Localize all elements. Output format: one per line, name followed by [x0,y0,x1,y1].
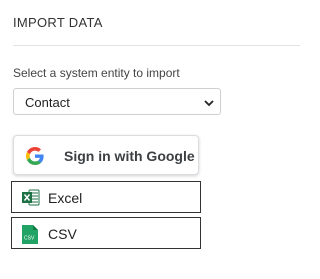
csv-icon-text: CSV [24,236,35,242]
panel-title: IMPORT DATA [13,15,103,30]
excel-icon [22,189,40,211]
google-sign-in-button[interactable]: Sign in with Google [13,135,199,175]
excel-import-button[interactable]: Excel [11,181,201,213]
csv-icon: CSV [22,225,38,249]
entity-select-label: Select a system entity to import [13,66,180,80]
excel-button-label: Excel [48,190,83,206]
entity-select-value: Contact [25,95,70,110]
csv-button-label: CSV [48,226,77,242]
google-icon [26,147,44,170]
google-sign-in-label: Sign in with Google [64,148,195,164]
csv-import-button[interactable]: CSV CSV [11,217,201,249]
divider [13,45,300,46]
entity-select[interactable]: Contact [13,88,221,115]
chevron-down-icon [203,96,215,114]
